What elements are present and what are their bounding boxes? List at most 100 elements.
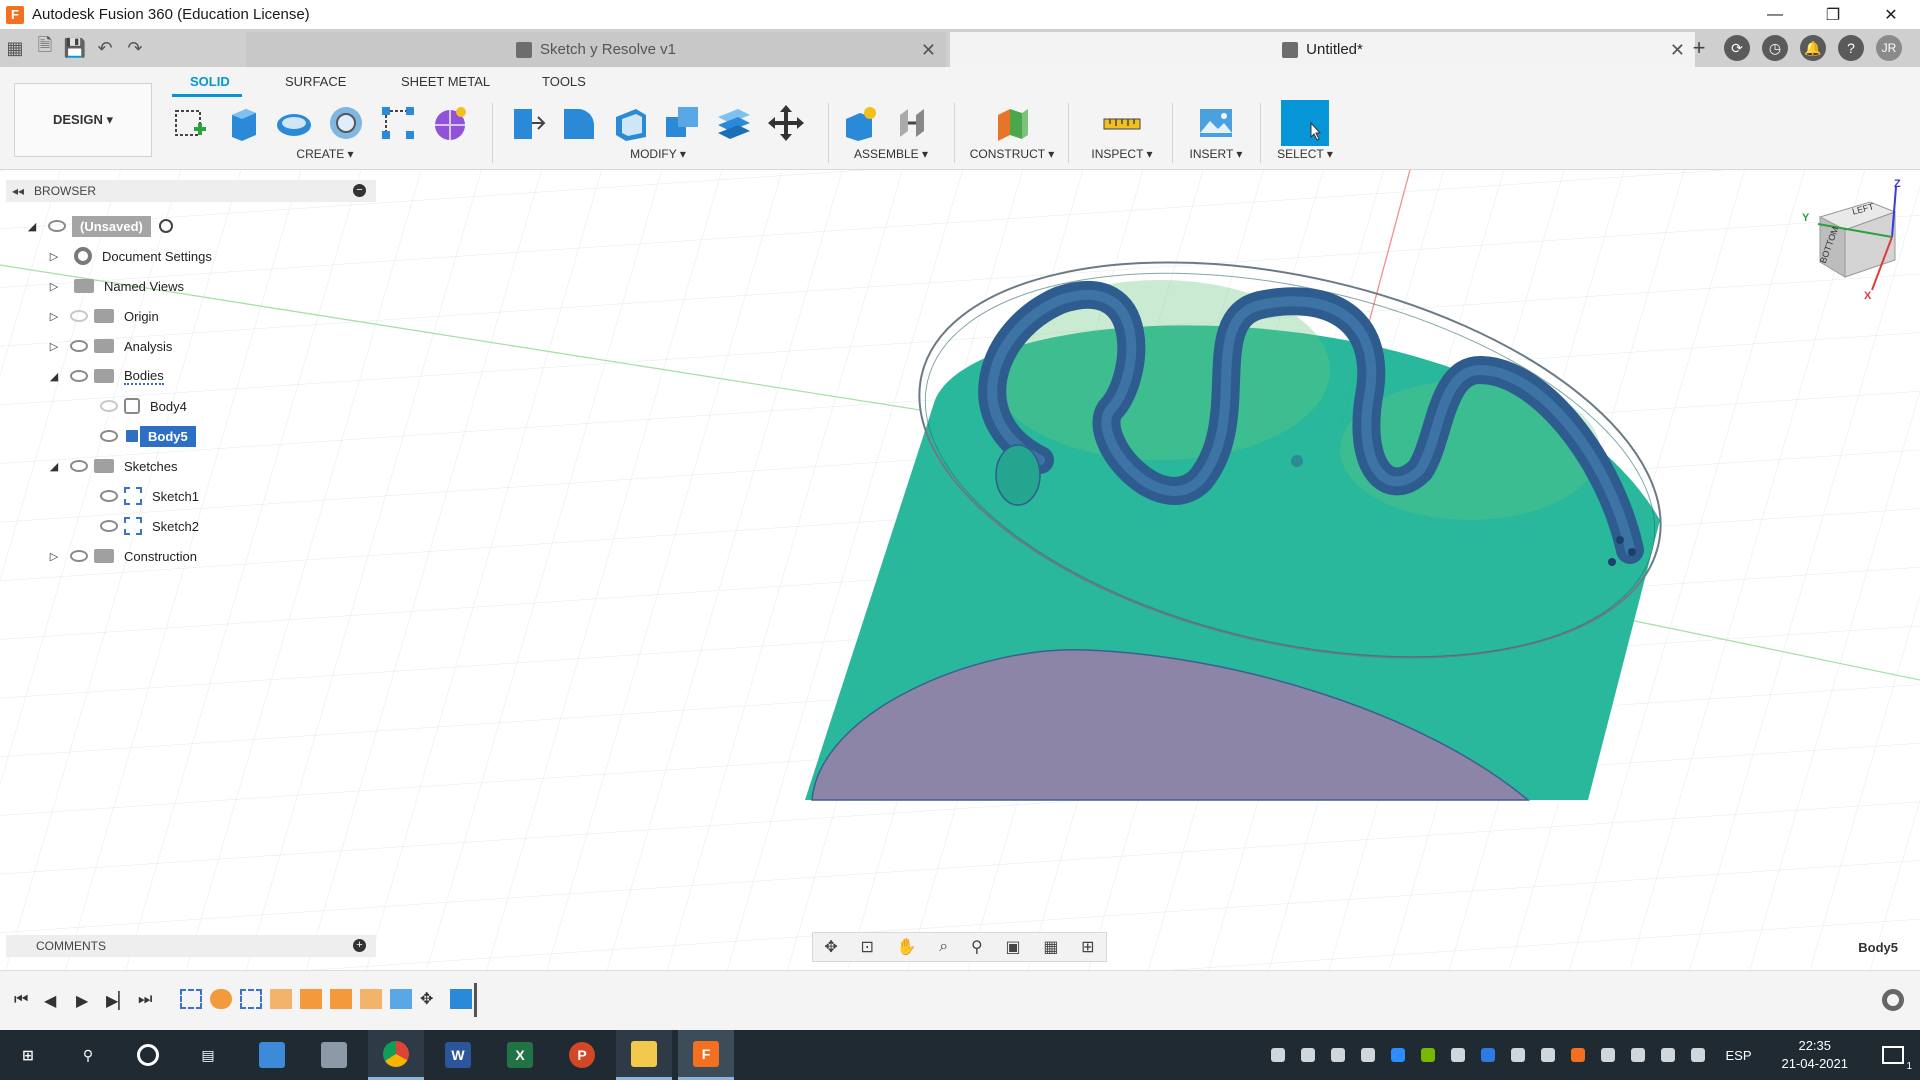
measure-icon[interactable] [1100, 101, 1144, 145]
nvidia-icon[interactable] [1421, 1048, 1436, 1062]
new-component-icon[interactable] [838, 101, 882, 145]
wifi-icon[interactable] [1631, 1048, 1646, 1062]
save-icon[interactable]: 💾 [60, 33, 90, 63]
tab-surface[interactable]: SURFACE [285, 74, 346, 89]
tree-item-origin[interactable]: ▷ Origin [46, 304, 159, 328]
clock[interactable]: 22:35 21-04-2021 [1782, 1037, 1849, 1073]
minimize-browser-icon[interactable]: − [353, 184, 366, 197]
pan-hand-icon[interactable]: ✋ [897, 937, 917, 957]
taskbar-app-file-explorer[interactable] [616, 1030, 672, 1080]
bluetooth-icon[interactable] [1481, 1048, 1496, 1062]
close-tab-icon[interactable]: ✕ [1670, 40, 1685, 61]
offset-face-icon[interactable] [712, 101, 756, 145]
extensions-icon[interactable]: ⟳ [1724, 35, 1750, 61]
close-tab-icon[interactable]: ✕ [921, 40, 936, 61]
tree-item-construction[interactable]: ▷ Construction [46, 544, 197, 568]
extrude-icon[interactable] [220, 101, 264, 145]
create-sketch-icon[interactable] [168, 101, 212, 145]
fillet-icon[interactable] [556, 101, 600, 145]
viewports-icon[interactable]: ⊞ [1081, 937, 1094, 957]
taskbar-app-chrome[interactable] [368, 1030, 424, 1080]
pen-icon[interactable] [1691, 1048, 1706, 1062]
insert-menu-label[interactable]: INSERT ▾ [1180, 147, 1252, 161]
tree-item-named-views[interactable]: ▷ Named Views [46, 274, 184, 298]
timeline-move-feature[interactable]: ✥ [420, 989, 442, 1009]
display-settings-icon[interactable]: ▣ [1005, 937, 1020, 957]
construct-menu-label[interactable]: CONSTRUCT ▾ [964, 147, 1060, 161]
expand-arrow-icon[interactable]: ▷ [46, 310, 62, 323]
expand-arrow-icon[interactable]: ▷ [46, 250, 62, 263]
close-window-button[interactable]: ✕ [1862, 0, 1920, 29]
combine-icon[interactable] [660, 101, 704, 145]
tab-sheet-metal[interactable]: SHEET METAL [401, 74, 490, 89]
play-icon[interactable]: ▶ [76, 991, 88, 1011]
taskbar-app-word[interactable]: W [430, 1030, 486, 1080]
timeline-extrude-feature[interactable] [330, 989, 352, 1009]
collapse-browser-icon[interactable]: ◂◂ [12, 184, 24, 198]
zoom-icon[interactable]: ⌕ [939, 938, 948, 956]
tree-item-document-settings[interactable]: ▷ Document Settings [46, 244, 212, 268]
fusion-tray-icon[interactable] [1571, 1048, 1586, 1062]
action-center-icon[interactable]: 1 [1882, 1046, 1912, 1072]
notifications-bell-icon[interactable]: 🔔 [1800, 35, 1826, 61]
comments-panel[interactable]: COMMENTS + [6, 935, 376, 957]
collapse-arrow-icon[interactable]: ◢ [46, 460, 62, 473]
add-comment-icon[interactable]: + [353, 939, 366, 952]
expand-arrow-icon[interactable]: ▷ [46, 280, 62, 293]
inspect-menu-label[interactable]: INSPECT ▾ [1078, 147, 1166, 161]
hole-icon[interactable] [324, 101, 368, 145]
link-icon[interactable] [1271, 1048, 1286, 1062]
undo-icon[interactable]: ↶ [90, 33, 120, 63]
tab-untitled[interactable]: Untitled* ✕ [950, 32, 1695, 67]
taskbar-app-powerpoint[interactable]: P [554, 1030, 610, 1080]
step-forward-icon[interactable]: ▶▏ [106, 991, 131, 1011]
joint-icon[interactable] [890, 101, 934, 145]
pattern-icon[interactable] [376, 101, 420, 145]
visibility-eye-icon[interactable] [48, 220, 66, 232]
new-tab-icon[interactable]: + [1686, 35, 1712, 61]
expand-arrow-icon[interactable]: ▷ [46, 550, 62, 563]
taskbar-app-excel[interactable]: X [492, 1030, 548, 1080]
tree-item-sketch2[interactable]: Sketch2 [92, 514, 199, 538]
visibility-eye-icon[interactable] [70, 310, 88, 322]
tree-item-sketches[interactable]: ◢ Sketches [46, 454, 178, 478]
timeline-sketch-feature[interactable] [240, 989, 262, 1009]
discord-icon[interactable] [1361, 1048, 1376, 1062]
collapse-arrow-icon[interactable]: ◢ [24, 220, 40, 233]
expand-arrow-icon[interactable]: ▷ [46, 340, 62, 353]
visibility-eye-icon[interactable] [100, 490, 118, 502]
timeline-combine-feature[interactable] [270, 989, 292, 1009]
timeline-marker[interactable] [474, 983, 477, 1017]
language-indicator[interactable]: ESP [1725, 1048, 1751, 1063]
move-copy-icon[interactable] [764, 101, 808, 145]
timeline-combine-feature[interactable] [450, 989, 472, 1009]
task-view-button[interactable]: ▤ [180, 1030, 236, 1080]
visibility-eye-icon[interactable] [100, 430, 118, 442]
grid-settings-icon[interactable]: ▦ [1043, 937, 1058, 957]
start-button[interactable]: ⊞ [0, 1030, 56, 1080]
minimize-button[interactable]: — [1746, 0, 1804, 29]
taskbar-app-settings[interactable] [306, 1030, 362, 1080]
timeline-pattern-feature[interactable] [360, 989, 382, 1009]
visibility-eye-icon[interactable] [70, 370, 88, 382]
tree-root[interactable]: ◢ (Unsaved) [24, 214, 173, 238]
job-status-icon[interactable]: ◷ [1762, 35, 1788, 61]
step-back-icon[interactable]: ◀ [44, 991, 56, 1011]
insert-image-icon[interactable] [1194, 101, 1238, 145]
drive-icon[interactable] [1301, 1048, 1316, 1062]
shell-icon[interactable] [608, 101, 652, 145]
visibility-eye-icon[interactable] [70, 550, 88, 562]
browser-header[interactable]: ◂◂ BROWSER − [6, 180, 376, 202]
create-form-icon[interactable] [428, 101, 472, 145]
visibility-eye-icon[interactable] [100, 400, 118, 412]
app-grid-icon[interactable]: ▦ [0, 33, 30, 63]
timeline-settings-gear-icon[interactable] [1882, 989, 1904, 1011]
battery-icon[interactable] [1601, 1048, 1616, 1062]
tree-item-body4[interactable]: Body4 [92, 394, 187, 418]
security-shield-icon[interactable] [1511, 1048, 1526, 1062]
tree-item-body5[interactable]: Body5 [92, 424, 196, 448]
app-tray-icon[interactable] [1451, 1048, 1466, 1062]
go-to-end-icon[interactable]: ⏭ [138, 991, 152, 1009]
cortana-button[interactable] [120, 1030, 176, 1080]
tab-solid[interactable]: SOLID [190, 74, 230, 89]
